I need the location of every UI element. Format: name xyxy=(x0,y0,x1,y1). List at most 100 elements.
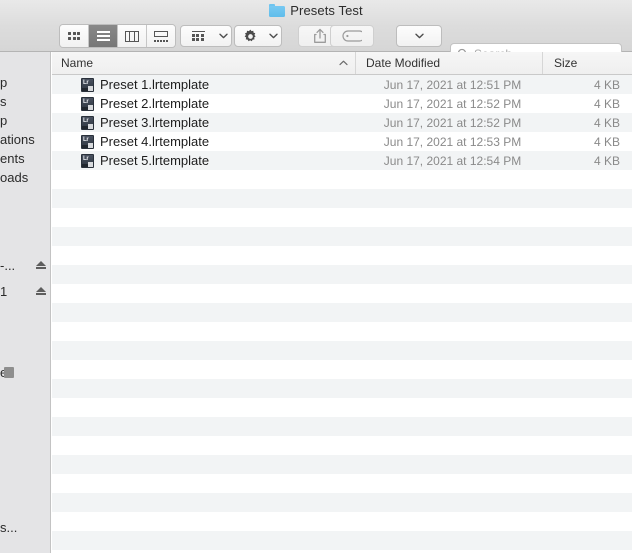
empty-row[interactable] xyxy=(52,284,632,303)
empty-row[interactable] xyxy=(52,227,632,246)
sidebar-item-icon xyxy=(4,366,14,378)
column-header-size[interactable]: Size xyxy=(543,52,632,74)
cell-size: 4 KB xyxy=(593,77,620,92)
empty-row[interactable] xyxy=(52,512,632,531)
tag-icon xyxy=(342,30,362,42)
sidebar[interactable]: psp ations ents oads -... 1 e s... xyxy=(0,52,51,553)
sidebar-item-label: -... xyxy=(0,257,16,273)
icon-view-icon xyxy=(68,32,80,40)
cell-name: Lr Preset 3.lrtemplate xyxy=(52,115,356,130)
eject-icon[interactable] xyxy=(35,285,47,297)
window-title: Presets Test xyxy=(290,3,363,18)
sidebar-item-label: ations xyxy=(0,131,35,147)
tags-button[interactable] xyxy=(330,25,374,47)
empty-row[interactable] xyxy=(52,455,632,474)
column-view-icon xyxy=(125,30,139,42)
file-name: Preset 1.lrtemplate xyxy=(100,77,210,92)
file-name: Preset 4.lrtemplate xyxy=(100,134,210,149)
table-row[interactable]: Lr Preset 2.lrtemplate Jun 17, 2021 at 12:… xyxy=(52,94,632,113)
empty-row[interactable] xyxy=(52,303,632,322)
column-header-date-modified[interactable]: Date Modified xyxy=(356,52,543,74)
column-header-size-label: Size xyxy=(554,56,578,70)
toolbar-dropdown-button[interactable] xyxy=(396,25,442,47)
empty-row[interactable] xyxy=(52,322,632,341)
sidebar-item[interactable]: e xyxy=(0,360,50,384)
column-header-row: Name Date Modified Size xyxy=(52,52,632,75)
group-items-icon xyxy=(191,30,205,42)
view-mode-list-view[interactable] xyxy=(89,25,118,47)
gallery-view-icon xyxy=(154,30,168,42)
window-titlebar: Presets Test xyxy=(0,0,632,64)
window-title-row: Presets Test xyxy=(0,0,632,21)
file-name: Preset 3.lrtemplate xyxy=(100,115,210,130)
sidebar-item-label: p xyxy=(0,74,8,90)
sidebar-item-label: ents xyxy=(0,150,25,166)
cell-date-modified: Jun 17, 2021 at 12:52 PM xyxy=(383,115,522,130)
cell-name: Lr Preset 4.lrtemplate xyxy=(52,134,356,149)
empty-row[interactable] xyxy=(52,417,632,436)
cell-size: 4 KB xyxy=(593,153,620,168)
list-view-icon xyxy=(96,31,110,41)
finder-window: Presets Test Search p s p ations ents oa… xyxy=(0,0,632,553)
cell-name: Lr Preset 5.lrtemplate xyxy=(52,153,356,168)
sidebar-item-label: 1 xyxy=(0,283,8,299)
empty-row[interactable] xyxy=(52,379,632,398)
empty-row[interactable] xyxy=(52,189,632,208)
table-row[interactable]: Lr Preset 1.lrtemplate Jun 17, 2021 at 12:… xyxy=(52,75,632,94)
table-row[interactable]: Lr Preset 4.lrtemplate Jun 17, 2021 at 12:… xyxy=(52,132,632,151)
lightroom-template-icon: Lr xyxy=(81,115,94,130)
sidebar-item-label: s... xyxy=(0,519,18,535)
folder-icon xyxy=(269,4,286,17)
sidebar-item[interactable]: oads xyxy=(0,165,50,189)
view-mode-column-view[interactable] xyxy=(118,25,147,47)
sidebar-item[interactable]: 1 xyxy=(0,279,50,303)
cell-size: 4 KB xyxy=(593,115,620,130)
cell-date-modified: Jun 17, 2021 at 12:51 PM xyxy=(383,77,522,92)
empty-row[interactable] xyxy=(52,246,632,265)
action-menu-button[interactable] xyxy=(234,25,282,47)
cell-size: 4 KB xyxy=(593,134,620,149)
chevron-down-icon xyxy=(215,33,231,39)
sidebar-item-label: s xyxy=(0,93,7,109)
empty-row[interactable] xyxy=(52,341,632,360)
chevron-down-icon xyxy=(265,33,281,39)
empty-row[interactable] xyxy=(52,398,632,417)
share-icon xyxy=(314,28,326,43)
table-row[interactable]: Lr Preset 5.lrtemplate Jun 17, 2021 at 12:… xyxy=(52,151,632,170)
sidebar-item[interactable]: s... xyxy=(0,515,50,539)
file-name: Preset 2.lrtemplate xyxy=(100,96,210,111)
column-header-name-label: Name xyxy=(61,56,94,70)
chevron-down-icon xyxy=(414,33,424,39)
cell-name: Lr Preset 2.lrtemplate xyxy=(52,96,356,111)
file-list: Name Date Modified Size Lr Preset 1.lrtem… xyxy=(52,52,632,553)
lightroom-template-icon: Lr xyxy=(81,134,94,149)
empty-row[interactable] xyxy=(52,531,632,550)
toolbar xyxy=(0,21,632,64)
arrange-by-button[interactable] xyxy=(180,25,232,47)
sidebar-item[interactable]: -... xyxy=(0,253,50,277)
empty-row[interactable] xyxy=(52,360,632,379)
empty-row[interactable] xyxy=(52,208,632,227)
view-mode-switcher[interactable] xyxy=(59,24,176,48)
file-name: Preset 5.lrtemplate xyxy=(100,153,210,168)
empty-row[interactable] xyxy=(52,493,632,512)
cell-date-modified: Jun 17, 2021 at 12:54 PM xyxy=(383,153,522,168)
cell-date-modified: Jun 17, 2021 at 12:52 PM xyxy=(383,96,522,111)
column-header-date-modified-label: Date Modified xyxy=(366,56,441,70)
empty-row[interactable] xyxy=(52,436,632,455)
column-header-name[interactable]: Name xyxy=(52,52,356,74)
empty-row[interactable] xyxy=(52,265,632,284)
empty-row[interactable] xyxy=(52,474,632,493)
table-row[interactable]: Lr Preset 3.lrtemplate Jun 17, 2021 at 12:… xyxy=(52,113,632,132)
sidebar-item-label: oads xyxy=(0,169,29,185)
lightroom-template-icon: Lr xyxy=(81,153,94,168)
chevron-up-icon xyxy=(339,60,348,66)
sidebar-item-label: p xyxy=(0,112,8,128)
eject-icon[interactable] xyxy=(35,259,47,271)
empty-row[interactable] xyxy=(52,170,632,189)
view-mode-icon-view[interactable] xyxy=(60,25,89,47)
lightroom-template-icon: Lr xyxy=(81,77,94,92)
file-rows: Lr Preset 1.lrtemplate Jun 17, 2021 at 12:… xyxy=(52,75,632,553)
view-mode-gallery-view[interactable] xyxy=(147,25,175,47)
gear-icon xyxy=(244,29,256,41)
